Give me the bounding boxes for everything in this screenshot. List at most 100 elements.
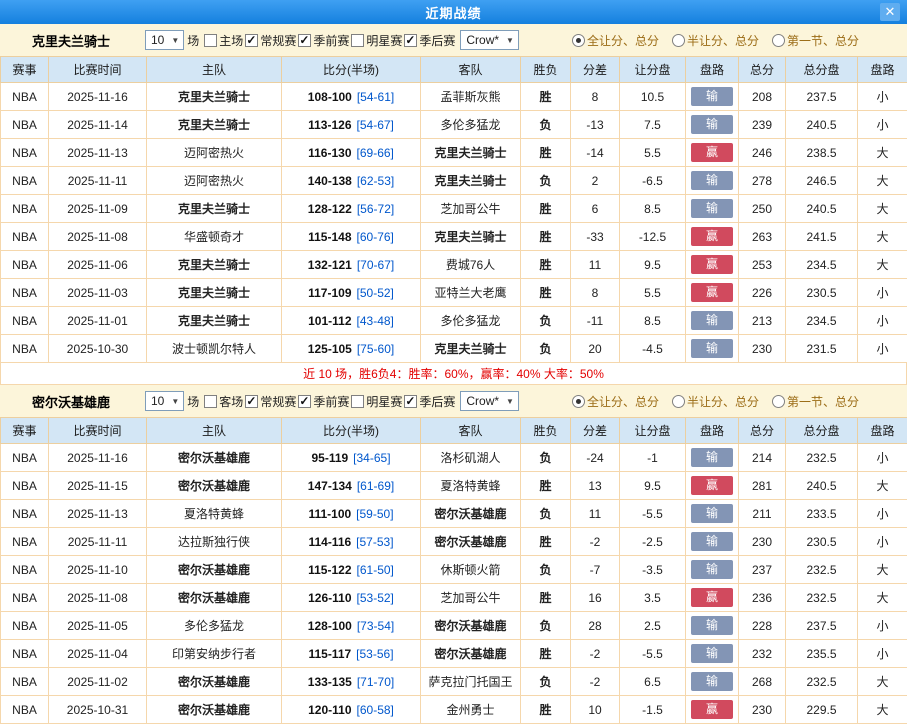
away-team-cell: 洛杉矶湖人: [421, 444, 521, 472]
odds-type-radio[interactable]: 全让分、总分: [572, 32, 659, 49]
handicap-trend-cell: 赢: [686, 696, 739, 724]
radio-label: 半让分、总分: [687, 32, 759, 49]
bookmaker-select[interactable]: Crow* ▼: [460, 30, 519, 50]
bookmaker-select[interactable]: Crow* ▼: [460, 391, 519, 411]
handicap-result-badge: 赢: [691, 143, 733, 162]
games-count-select[interactable]: 10 ▼: [145, 30, 184, 50]
checkbox-input[interactable]: [351, 34, 364, 47]
radio-input[interactable]: [572, 34, 585, 47]
filter-checkbox[interactable]: 明星赛: [351, 393, 402, 410]
checkbox-input[interactable]: [245, 34, 258, 47]
column-header-handicap-trend: 盘路: [686, 418, 739, 444]
half-score: [57-53]: [356, 535, 393, 549]
home-team-cell: 克里夫兰骑士: [147, 111, 282, 139]
half-score: [54-67]: [357, 118, 394, 132]
total-line-cell: 232.5: [786, 444, 858, 472]
radio-input[interactable]: [772, 34, 785, 47]
score-cell: 95-119[34-65]: [282, 444, 421, 472]
radio-input[interactable]: [572, 395, 585, 408]
odds-type-radio[interactable]: 第一节、总分: [772, 32, 859, 49]
filter-checkbox[interactable]: 客场: [204, 393, 243, 410]
checkbox-input[interactable]: [204, 34, 217, 47]
radio-label: 全让分、总分: [587, 32, 659, 49]
radio-input[interactable]: [672, 34, 685, 47]
result-cell: 胜: [521, 83, 571, 111]
handicap-cell: -12.5: [620, 223, 686, 251]
checkbox-input[interactable]: [351, 395, 364, 408]
column-header-handicap: 让分盘: [620, 57, 686, 83]
score-cell: 101-112[43-48]: [282, 307, 421, 335]
total-line-cell: 229.5: [786, 696, 858, 724]
header-row: 赛事比赛时间主队比分(半场)客队胜负分差让分盘盘路总分总分盘盘路: [1, 418, 907, 444]
checkbox-input[interactable]: [245, 395, 258, 408]
home-team-cell: 密尔沃基雄鹿: [147, 472, 282, 500]
total-cell: 239: [739, 111, 786, 139]
radio-input[interactable]: [672, 395, 685, 408]
popup-titlebar: 近期战绩 ✕: [0, 0, 907, 24]
score-cell: 116-130[69-66]: [282, 139, 421, 167]
ou-trend-cell: 大: [858, 472, 907, 500]
games-count-suffix: 场: [187, 32, 199, 49]
total-line-cell: 238.5: [786, 139, 858, 167]
checkbox-input[interactable]: [298, 395, 311, 408]
handicap-trend-cell: 输: [686, 167, 739, 195]
diff-cell: -7: [571, 556, 620, 584]
game-row: NBA2025-11-10密尔沃基雄鹿115-122[61-50]休斯顿火箭负-…: [1, 556, 907, 584]
filter-checkbox[interactable]: 季前赛: [298, 393, 349, 410]
game-row: NBA2025-11-04印第安纳步行者115-117[53-56]密尔沃基雄鹿…: [1, 640, 907, 668]
chevron-down-icon: ▼: [506, 36, 514, 45]
close-icon[interactable]: ✕: [880, 3, 900, 21]
date-cell: 2025-11-16: [49, 444, 147, 472]
filter-checkbox[interactable]: 季后赛: [404, 32, 455, 49]
odds-type-radio[interactable]: 半让分、总分: [672, 32, 759, 49]
date-cell: 2025-11-14: [49, 111, 147, 139]
filter-checkbox[interactable]: 主场: [204, 32, 243, 49]
full-score: 133-135: [308, 675, 352, 689]
odds-type-radio[interactable]: 全让分、总分: [572, 393, 659, 410]
radio-input[interactable]: [772, 395, 785, 408]
handicap-cell: 6.5: [620, 668, 686, 696]
filter-bar: 克里夫兰骑士 10 ▼ 场 主场常规赛季前赛明星赛季后赛 Crow* ▼ 全让分…: [0, 24, 907, 56]
date-cell: 2025-11-01: [49, 307, 147, 335]
odds-type-radio[interactable]: 半让分、总分: [672, 393, 759, 410]
handicap-trend-cell: 输: [686, 335, 739, 363]
ou-trend-cell: 大: [858, 696, 907, 724]
date-cell: 2025-10-31: [49, 696, 147, 724]
home-team-cell: 密尔沃基雄鹿: [147, 584, 282, 612]
filter-checkbox[interactable]: 季前赛: [298, 32, 349, 49]
checkbox-label: 季后赛: [419, 32, 455, 49]
home-team-cell: 达拉斯独行侠: [147, 528, 282, 556]
filter-checkbox[interactable]: 明星赛: [351, 32, 402, 49]
handicap-result-badge: 输: [691, 616, 733, 635]
handicap-cell: 7.5: [620, 111, 686, 139]
handicap-trend-cell: 输: [686, 528, 739, 556]
checkbox-input[interactable]: [404, 34, 417, 47]
away-team-cell: 芝加哥公牛: [421, 195, 521, 223]
half-score: [50-52]: [357, 286, 394, 300]
checkbox-input[interactable]: [404, 395, 417, 408]
odds-type-radio[interactable]: 第一节、总分: [772, 393, 859, 410]
checkbox-input[interactable]: [204, 395, 217, 408]
total-line-cell: 232.5: [786, 668, 858, 696]
ou-trend-cell: 大: [858, 167, 907, 195]
full-score: 101-112: [308, 314, 351, 328]
filter-checkbox[interactable]: 常规赛: [245, 393, 296, 410]
checkbox-input[interactable]: [298, 34, 311, 47]
column-header-total-line: 总分盘: [786, 57, 858, 83]
half-score: [71-70]: [357, 675, 394, 689]
filter-checkbox[interactable]: 季后赛: [404, 393, 455, 410]
odds-type-radio-group: 全让分、总分半让分、总分第一节、总分: [572, 393, 907, 410]
games-count-select[interactable]: 10 ▼: [145, 391, 184, 411]
handicap-trend-cell: 赢: [686, 584, 739, 612]
game-row: NBA2025-11-11达拉斯独行侠114-116[57-53]密尔沃基雄鹿胜…: [1, 528, 907, 556]
filter-checkbox[interactable]: 常规赛: [245, 32, 296, 49]
result-cell: 胜: [521, 472, 571, 500]
ou-trend-cell: 大: [858, 251, 907, 279]
radio-label: 第一节、总分: [787, 32, 859, 49]
total-line-cell: 230.5: [786, 279, 858, 307]
odds-type-radio-group: 全让分、总分 半让分、总分 第一节、总分: [572, 32, 907, 49]
games-table: 赛事比赛时间主队比分(半场)客队胜负分差让分盘盘路总分总分盘盘路 NBA2025…: [0, 417, 907, 724]
league-cell: NBA: [1, 251, 49, 279]
filter-bar: 密尔沃基雄鹿 10 ▼ 场 客场常规赛季前赛明星赛季后赛 Crow* ▼ 全让分…: [0, 385, 907, 417]
score-cell: 115-122[61-50]: [282, 556, 421, 584]
